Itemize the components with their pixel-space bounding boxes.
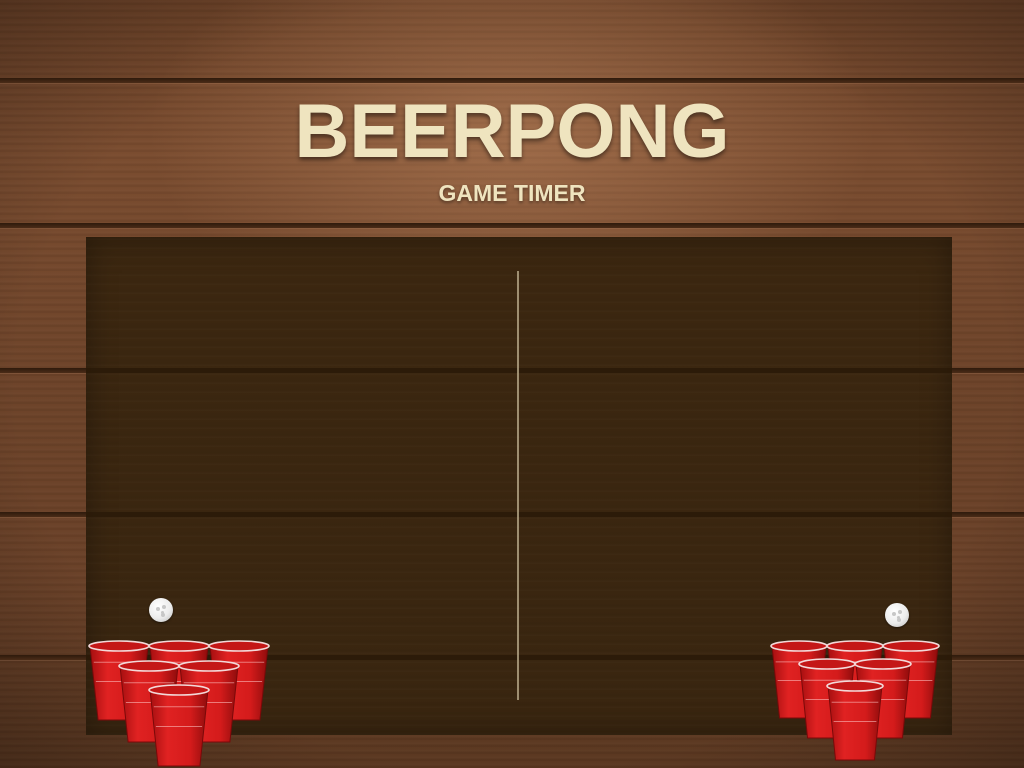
table-seam [86, 512, 952, 517]
plank-seam [0, 78, 1024, 83]
game-subtitle: GAME TIMER [438, 180, 586, 206]
table-seam [86, 368, 952, 373]
plank-seam [0, 223, 1024, 228]
center-divider-line [517, 271, 519, 700]
left-cup-rack [88, 640, 270, 767]
red-cup-icon[interactable] [826, 680, 884, 761]
red-cup-icon[interactable] [148, 684, 210, 767]
game-title: BEERPONG [294, 89, 730, 174]
left-ping-pong-ball-icon[interactable] [149, 598, 173, 622]
right-cup-rack [770, 640, 940, 761]
right-ping-pong-ball-icon[interactable] [885, 603, 909, 627]
